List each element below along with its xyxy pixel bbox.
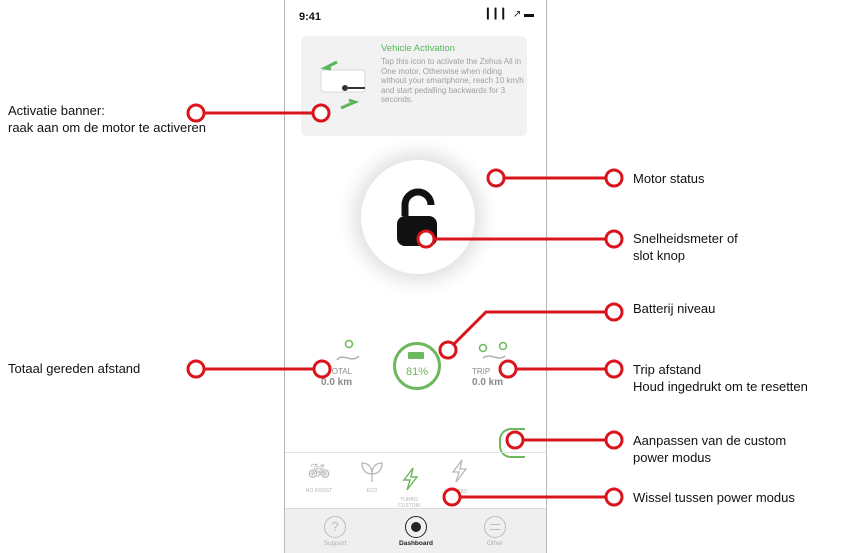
callout-marker-total [312,359,332,379]
annotation-speedometer-line1: Snelheidsmeter of [633,231,738,246]
callout-marker-speedometer [416,229,436,249]
annotation-speedometer: Snelheidsmeter of slot knop [633,230,738,264]
annotation-switch-mode: Wissel tussen power modus [633,490,795,505]
annotation-trip: Trip afstand Houd ingedrukt om te resett… [633,361,808,395]
callout-marker-custom-mode [505,430,525,450]
callout-marker-custom-mode-end [604,430,624,450]
callout-marker-switch-mode [442,487,462,507]
annotation-total-distance: Totaal gereden afstand [8,361,141,376]
callout-marker-banner [311,103,331,123]
callout-lines [186,103,624,507]
callout-marker-battery-end [604,302,624,322]
callout-marker-trip-end [604,359,624,379]
callout-marker-speedometer-end [604,229,624,249]
annotation-custom-mode-line2: power modus [633,450,712,465]
annotation-speedometer-line2: slot knop [633,248,686,263]
annotation-custom-mode-line1: Aanpassen van de custom [633,433,787,448]
annotation-activation-banner-line1: Activatie banner: [8,103,105,118]
annotation-battery-level: Batterij niveau [633,301,716,316]
callout-marker-motor-status-end [604,168,624,188]
annotation-motor-status: Motor status [633,171,705,186]
callout-marker-trip [498,359,518,379]
annotation-activation-banner-line2: raak aan om de motor te activeren [8,120,206,135]
annotation-custom-mode: Aanpassen van de custom power modus [633,432,786,466]
annotation-trip-line2: Houd ingedrukt om te resetten [633,379,808,394]
callout-marker-motor-status [486,168,506,188]
annotation-activation-banner: Activatie banner: raak aan om de motor t… [8,102,206,136]
callout-marker-total-end [186,359,206,379]
callout-marker-switch-mode-end [604,487,624,507]
callout-marker-battery [438,340,458,360]
callout-line-battery [446,310,614,352]
annotation-trip-line1: Trip afstand [633,362,702,377]
